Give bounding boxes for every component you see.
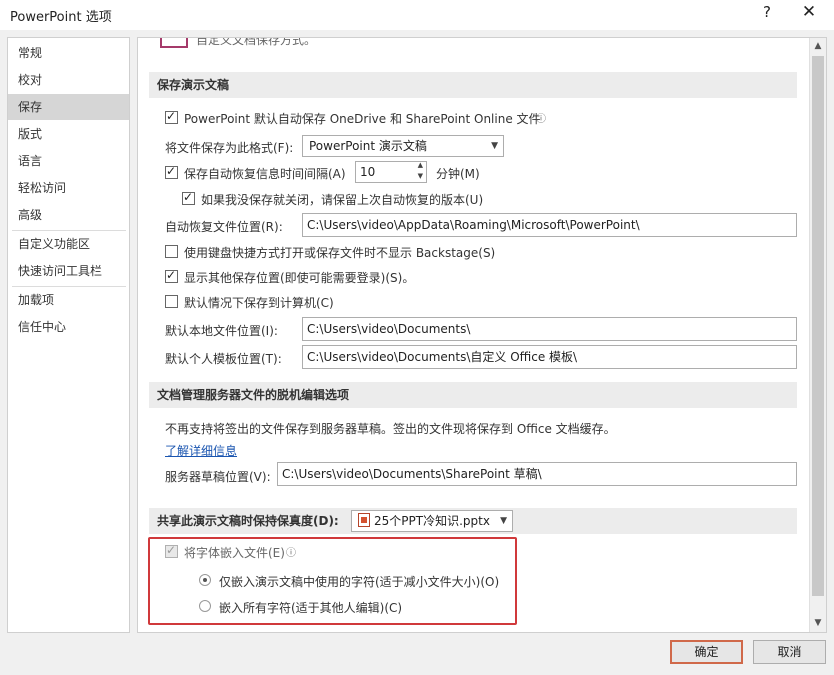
- info-icon[interactable]: ⓘ: [536, 110, 546, 125]
- options-content: 自定义文档保存方式。 保存演示文稿 PowerPoint 默认自动保存 OneD…: [137, 37, 827, 633]
- sidebar-item-general[interactable]: 常规: [8, 40, 129, 66]
- server-drafts-input[interactable]: C:\Users\video\Documents\SharePoint 草稿\: [277, 462, 797, 486]
- autorecover-checkbox[interactable]: [165, 164, 178, 179]
- sidebar-item-quick-access[interactable]: 快速访问工具栏: [8, 258, 129, 284]
- save-icon: [160, 38, 188, 48]
- autorecover-location-label: 自动恢复文件位置(R):: [165, 220, 283, 234]
- section-offline-editing: 文档管理服务器文件的脱机编辑选项: [149, 382, 797, 408]
- offline-description: 不再支持将签出的文件保存到服务器草稿。签出的文件现将保存到 Office 文档缓…: [165, 422, 616, 436]
- pptx-file-icon: [358, 513, 370, 527]
- save-format-label: 将文件保存为此格式(F):: [165, 141, 294, 155]
- chevron-down-icon: ▼: [500, 516, 507, 526]
- local-location-label: 默认本地文件位置(I):: [165, 324, 278, 338]
- section-save-presentations: 保存演示文稿: [149, 72, 797, 98]
- show-locations-checkbox[interactable]: [165, 268, 178, 283]
- sidebar-item-accessibility[interactable]: 轻松访问: [8, 175, 129, 201]
- save-to-computer-label: 默认情况下保存到计算机(C): [184, 296, 334, 310]
- template-location-input[interactable]: C:\Users\video\Documents\自定义 Office 模板\: [302, 345, 797, 369]
- server-drafts-label: 服务器草稿位置(V):: [165, 470, 271, 484]
- learn-more-link[interactable]: 了解详细信息: [165, 442, 237, 459]
- close-icon[interactable]: ✕: [797, 2, 821, 22]
- keep-last-version-checkbox[interactable]: [182, 190, 195, 205]
- no-backstage-label: 使用键盘快捷方式打开或保存文件时不显示 Backstage(S): [184, 246, 496, 260]
- highlight-box: [148, 537, 517, 625]
- save-format-value: PowerPoint 演示文稿: [309, 139, 427, 153]
- autosave-checkbox[interactable]: [165, 109, 178, 124]
- sidebar-item-trust-center[interactable]: 信任中心: [8, 314, 129, 340]
- sidebar-item-layout[interactable]: 版式: [8, 121, 129, 147]
- sidebar-item-proofing[interactable]: 校对: [8, 67, 129, 93]
- ok-button[interactable]: 确定: [670, 640, 743, 664]
- keep-last-version-label: 如果我没保存就关闭，请保留上次自动恢复的版本(U): [201, 193, 484, 207]
- sidebar-item-advanced[interactable]: 高级: [8, 202, 129, 228]
- scroll-thumb[interactable]: [812, 56, 824, 596]
- minutes-label: 分钟(M): [436, 167, 480, 181]
- scroll-down-icon[interactable]: ▼: [810, 615, 826, 631]
- chevron-down-icon: ▼: [491, 141, 498, 151]
- help-icon[interactable]: ?: [757, 3, 777, 21]
- sidebar: 常规 校对 保存 版式 语言 轻松访问 高级 自定义功能区 快速访问工具栏 加载…: [7, 37, 130, 633]
- presentation-select-value: 25个PPT冷知识.pptx: [374, 514, 490, 528]
- save-to-computer-checkbox[interactable]: [165, 295, 178, 308]
- sidebar-item-language[interactable]: 语言: [8, 148, 129, 174]
- no-backstage-checkbox[interactable]: [165, 245, 178, 258]
- vertical-scrollbar[interactable]: ▲ ▼: [809, 38, 826, 632]
- template-location-label: 默认个人模板位置(T):: [165, 352, 282, 366]
- autorecover-location-input[interactable]: C:\Users\video\AppData\Roaming\Microsoft…: [302, 213, 797, 237]
- presentation-select[interactable]: 25个PPT冷知识.pptx ▼: [351, 510, 513, 532]
- autorecover-label: 保存自动恢复信息时间间隔(A): [184, 167, 346, 181]
- spinner-arrows-icon[interactable]: ▲ ▼: [418, 162, 423, 182]
- window-title: PowerPoint 选项: [10, 10, 112, 25]
- show-locations-label: 显示其他保存位置(即使可能需要登录)(S)。: [184, 271, 415, 285]
- scroll-up-icon[interactable]: ▲: [810, 38, 826, 54]
- local-location-input[interactable]: C:\Users\video\Documents\: [302, 317, 797, 341]
- autorecover-interval-spinner[interactable]: 10 ▲ ▼: [355, 161, 427, 183]
- sidebar-item-customize-ribbon[interactable]: 自定义功能区: [8, 231, 129, 257]
- fidelity-heading: 共享此演示文稿时保持保真度(D):: [157, 514, 339, 528]
- autorecover-interval-value: 10: [360, 165, 376, 179]
- sidebar-item-save[interactable]: 保存: [8, 94, 129, 120]
- cancel-button[interactable]: 取消: [753, 640, 826, 664]
- sidebar-item-addins[interactable]: 加载项: [8, 287, 129, 313]
- title-bar: PowerPoint 选项 ? ✕: [0, 0, 834, 30]
- save-format-select[interactable]: PowerPoint 演示文稿 ▼: [302, 135, 504, 157]
- autosave-label: PowerPoint 默认自动保存 OneDrive 和 SharePoint …: [184, 112, 541, 126]
- intro-text-partial: 自定义文档保存方式。: [196, 37, 317, 47]
